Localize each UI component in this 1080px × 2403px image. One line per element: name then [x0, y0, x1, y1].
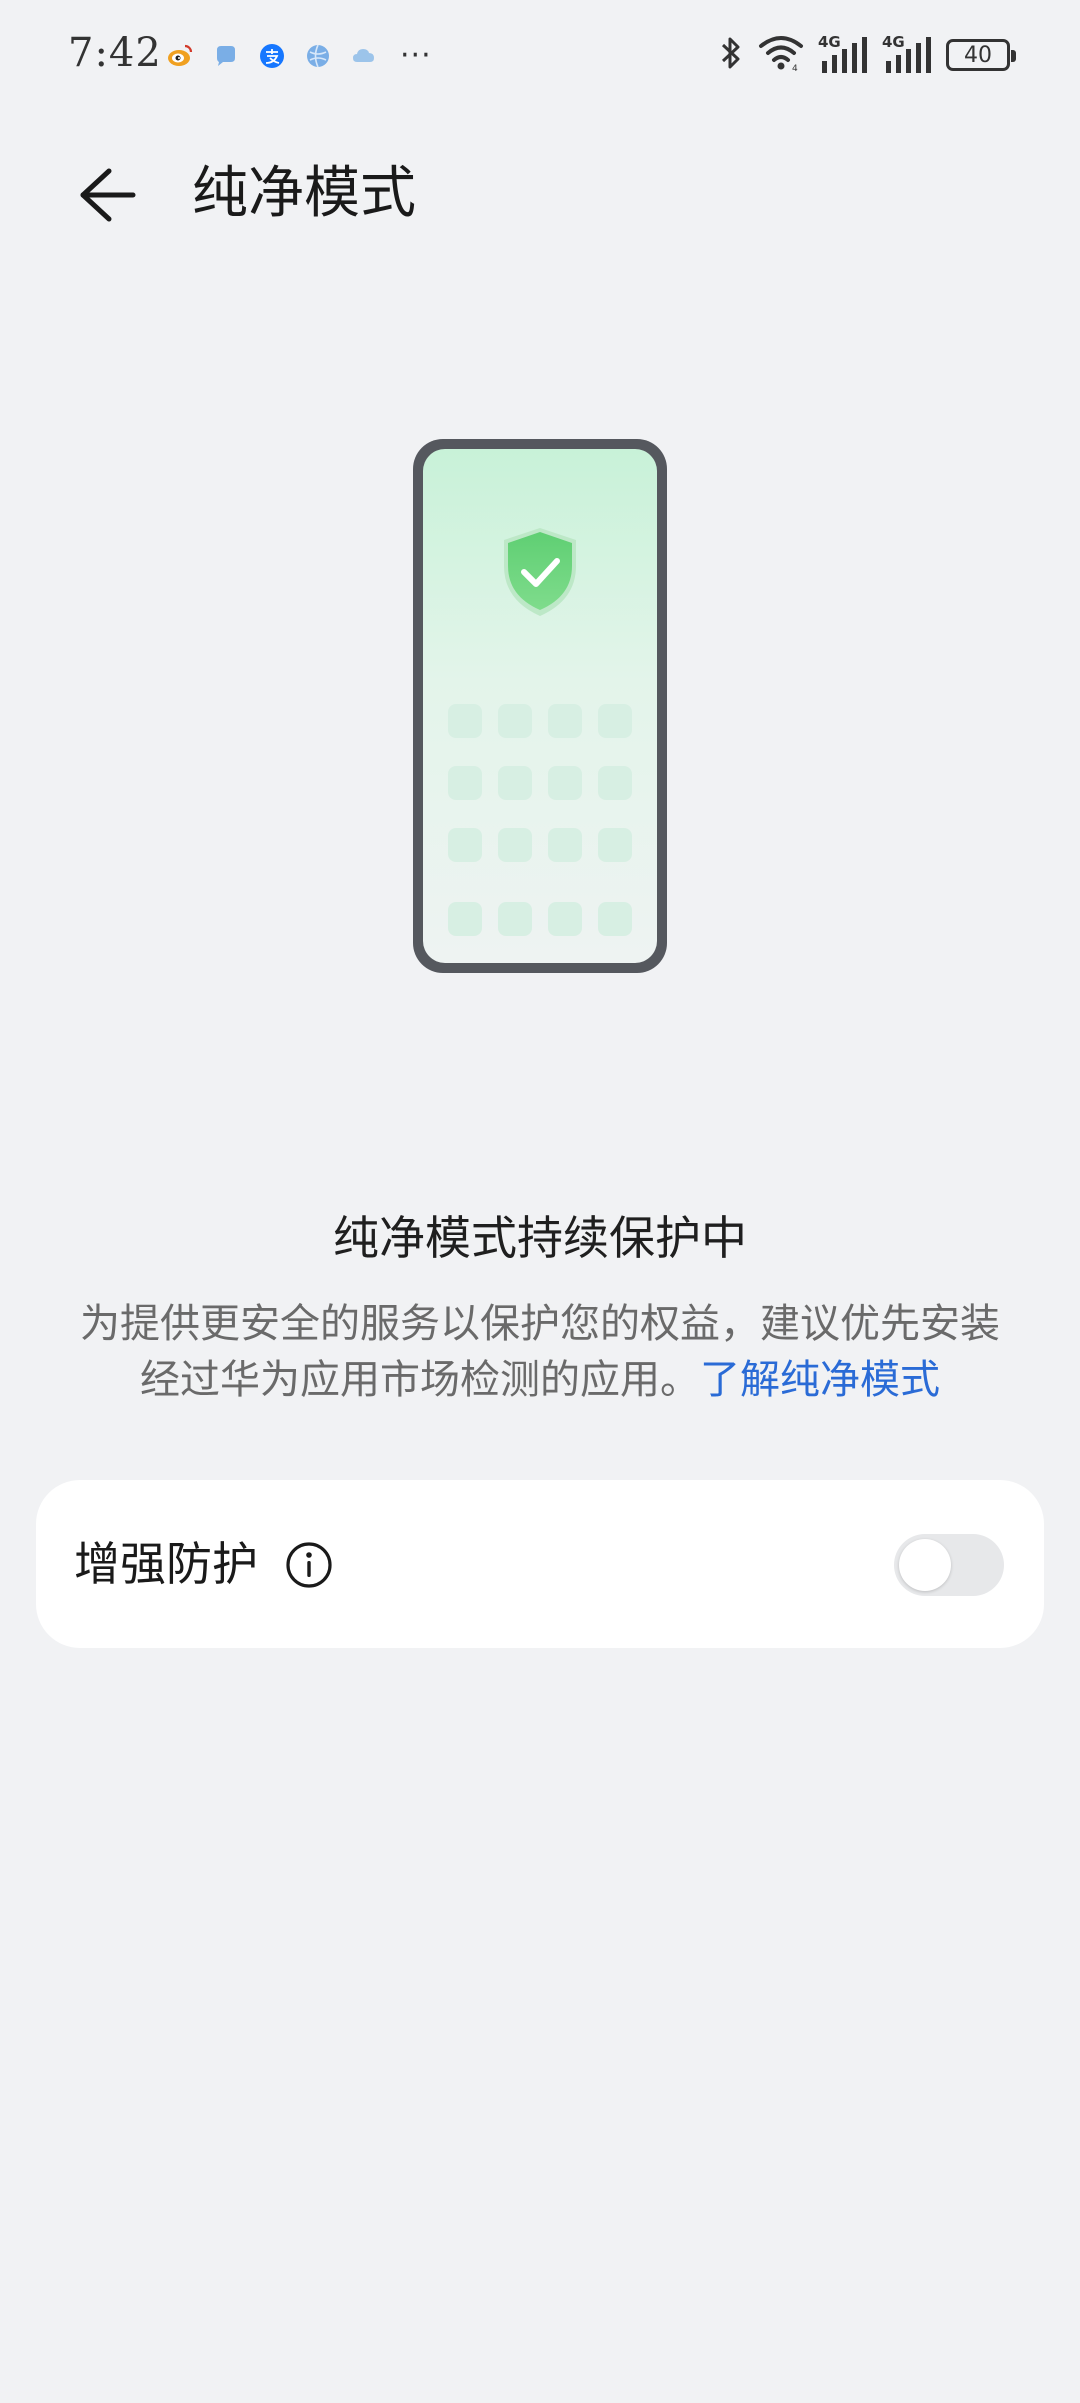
enhanced-protection-label: 增强防护	[74, 1537, 258, 1591]
back-arrow-icon	[80, 168, 136, 222]
page-title: 纯净模式	[192, 161, 416, 226]
system-icons: 4 4G 4G 40	[718, 30, 1016, 80]
svg-text:4: 4	[792, 64, 798, 73]
status-time: 7:42	[68, 30, 162, 76]
protection-status-description: 为提供更安全的服务以保护您的权益，建议优先安装经过华为应用市场检测的应用。了解纯…	[70, 1296, 1010, 1408]
phone-illustration	[410, 436, 670, 976]
info-icon[interactable]	[284, 1540, 334, 1590]
signal-4g-icon: 4G	[818, 33, 868, 75]
status-bar: 7:42 ··· 4 4G 4G 40	[0, 0, 1080, 110]
wifi-icon: 4	[758, 33, 804, 77]
more-notifications-icon: ···	[400, 38, 432, 73]
bluetooth-icon	[718, 33, 744, 77]
notification-icons: ···	[166, 36, 432, 76]
learn-pure-mode-link[interactable]: 了解纯净模式	[700, 1357, 940, 1403]
browser-icon	[304, 42, 332, 70]
chat-icon	[212, 42, 240, 70]
weibo-icon	[166, 42, 194, 70]
battery-level: 40	[964, 42, 992, 68]
toggle-knob	[899, 1539, 951, 1591]
protection-status-title: 纯净模式持续保护中	[333, 1211, 747, 1265]
cloud-icon	[350, 42, 378, 70]
enhanced-protection-toggle[interactable]	[894, 1534, 1004, 1596]
alipay-icon	[258, 42, 286, 70]
battery-icon: 40	[946, 39, 1016, 71]
back-button[interactable]	[60, 148, 154, 242]
signal-4g-icon: 4G	[882, 33, 932, 75]
enhanced-protection-card: 增强防护	[36, 1480, 1044, 1648]
